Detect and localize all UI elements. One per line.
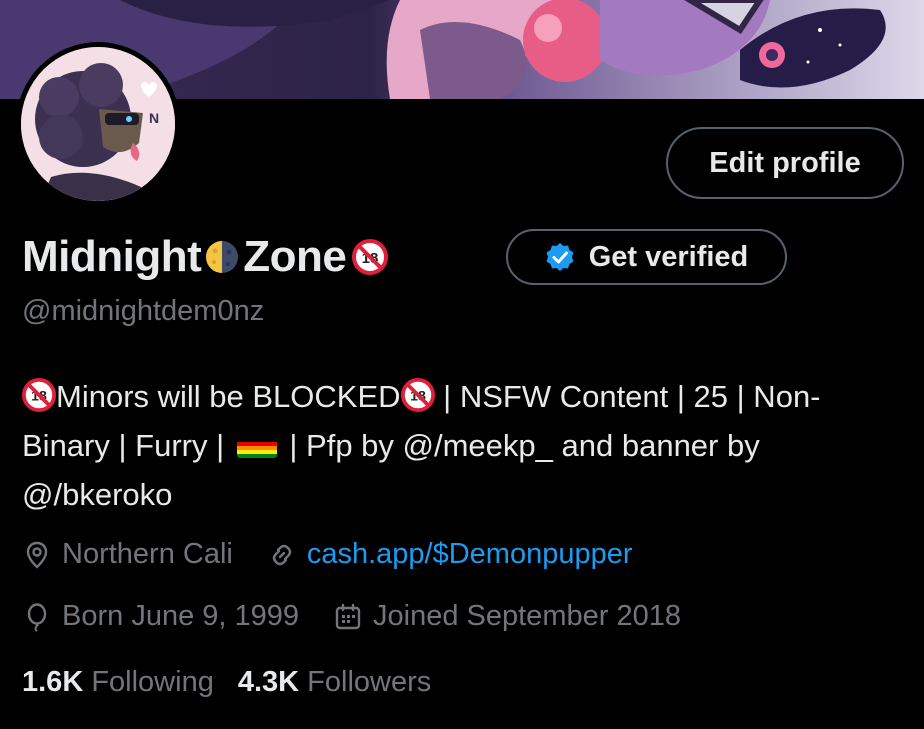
calendar-icon bbox=[335, 603, 361, 629]
display-name-part2: Zone bbox=[243, 232, 347, 281]
profile-meta-row-2: Born June 9, 1999 Joined September 2018 bbox=[22, 600, 715, 633]
no-under-18-icon: 18 bbox=[352, 239, 389, 275]
svg-text:N: N bbox=[149, 110, 159, 126]
half-moon-emoji-icon bbox=[205, 240, 239, 274]
followers-count: 4.3K bbox=[237, 666, 300, 698]
followers-stat[interactable]: 4.3K Followers bbox=[238, 666, 431, 699]
location-text: Northern Cali bbox=[62, 538, 233, 570]
website-item[interactable]: cash.app/$Demonpupper bbox=[267, 538, 633, 571]
display-name-row: Midnight Zone 18 bbox=[22, 226, 389, 288]
balloon-icon bbox=[27, 602, 47, 632]
follow-stats: 1.6K Following 4.3K Followers bbox=[22, 666, 455, 699]
location-item: Northern Cali bbox=[22, 538, 233, 571]
following-label: Following bbox=[91, 666, 214, 698]
joined-item: Joined September 2018 bbox=[333, 600, 681, 633]
following-count: 1.6K bbox=[22, 666, 84, 698]
display-name-part1: Midnight bbox=[22, 232, 202, 281]
joined-text: Joined September 2018 bbox=[373, 600, 681, 632]
birthday-text: Born June 9, 1999 bbox=[62, 600, 300, 632]
profile-meta-row-1: Northern Cali cash.app/$Demonpupper bbox=[22, 538, 667, 571]
no-under-18-icon: 18 bbox=[400, 377, 435, 412]
bio-segment-1: Minors will be BLOCKED bbox=[56, 379, 401, 414]
location-pin-icon bbox=[26, 541, 48, 569]
birthday-item: Born June 9, 1999 bbox=[22, 600, 299, 633]
profile-bio: 18 Minors will be BLOCKED 18 | NSFW Cont… bbox=[22, 372, 902, 519]
edit-profile-button[interactable]: Edit profile bbox=[666, 127, 904, 199]
no-under-18-icon: 18 bbox=[22, 377, 56, 412]
website-link[interactable]: cash.app/$Demonpupper bbox=[307, 538, 633, 571]
profile-avatar[interactable]: N bbox=[16, 42, 180, 206]
link-icon bbox=[272, 544, 292, 565]
avatar-image: N bbox=[21, 47, 175, 201]
following-stat[interactable]: 1.6K Following bbox=[22, 666, 214, 699]
rainbow-flag-emoji-icon bbox=[236, 432, 277, 458]
get-verified-label: Get verified bbox=[588, 240, 749, 273]
get-verified-button[interactable]: Get verified bbox=[506, 229, 787, 285]
profile-handle: @midnightdem0nz bbox=[22, 295, 265, 327]
verified-badge-icon bbox=[546, 243, 574, 271]
followers-label: Followers bbox=[307, 666, 432, 698]
